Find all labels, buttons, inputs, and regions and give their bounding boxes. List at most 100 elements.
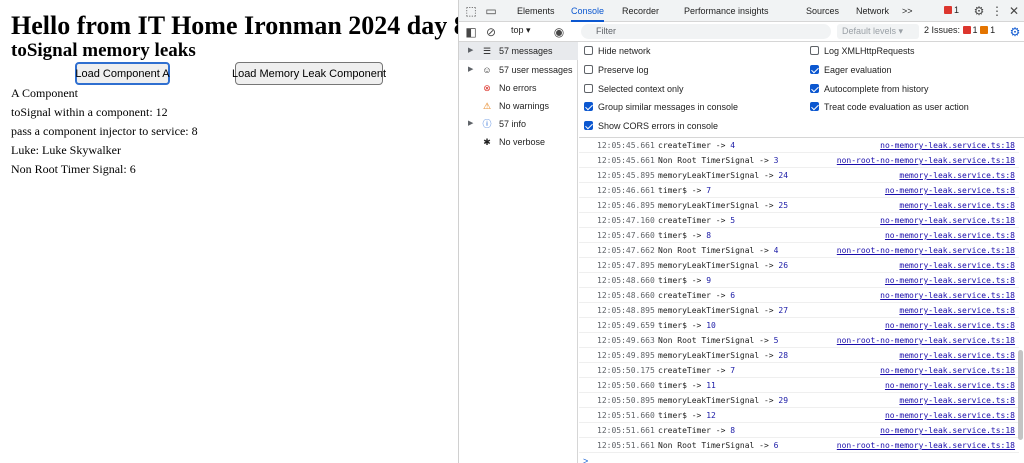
log-source-link[interactable]: no-memory-leak.service.ts:8 xyxy=(885,318,1015,333)
tab-console[interactable]: Console xyxy=(571,0,605,22)
settings-gear-icon[interactable]: ⚙ xyxy=(971,3,987,19)
error-square-icon xyxy=(944,6,952,14)
checkbox-box[interactable] xyxy=(810,46,819,55)
sidebar-item-verbose[interactable]: ✱ No verbose xyxy=(459,133,578,151)
log-row: 12:05:50.660 timer$ -> 11 no-memory-leak.s… xyxy=(579,378,1019,393)
log-message-text: createTimer -> xyxy=(658,141,726,150)
log-message-value: 6 xyxy=(730,291,736,300)
log-timestamp: 12:05:48.660 xyxy=(597,276,655,285)
log-message-value: 7 xyxy=(730,366,736,375)
checkbox-box[interactable] xyxy=(584,121,593,130)
sidebar-item-user-messages[interactable]: ▶ ☺ 57 user messages xyxy=(459,61,578,79)
log-message-text: timer$ -> xyxy=(658,411,702,420)
log-message: Non Root TimerSignal -> 3 xyxy=(658,153,778,168)
log-timestamp: 12:05:45.661 xyxy=(597,141,655,150)
log-message-text: memoryLeakTimerSignal -> xyxy=(658,171,774,180)
more-options-icon[interactable]: ⋮ xyxy=(989,3,1005,19)
console-settings-gear-icon[interactable]: ⚙ xyxy=(1007,24,1023,40)
log-levels-dropdown[interactable]: Default levels ▾ xyxy=(837,24,919,39)
log-source-link[interactable]: memory-leak.service.ts:8 xyxy=(899,258,1015,273)
clear-console-icon[interactable]: ⊘ xyxy=(483,24,499,40)
checkbox-box[interactable] xyxy=(810,102,819,111)
close-devtools-icon[interactable]: ✕ xyxy=(1006,3,1022,19)
checkbox-box[interactable] xyxy=(584,46,593,55)
info-icon: ⓘ xyxy=(482,119,492,129)
log-message-text: timer$ -> xyxy=(658,381,702,390)
checkbox-box[interactable] xyxy=(584,65,593,74)
warning-icon: ⚠ xyxy=(482,101,492,111)
tab-performance-insights[interactable]: Performance insights xyxy=(684,0,769,22)
log-message: createTimer -> 6 xyxy=(658,288,735,303)
log-source-link[interactable]: non-root-no-memory-leak.service.ts:18 xyxy=(837,153,1015,168)
tab-recorder[interactable]: Recorder xyxy=(622,0,659,22)
log-source-link[interactable]: no-memory-leak.service.ts:8 xyxy=(885,408,1015,423)
inspect-element-icon[interactable]: ⬚ xyxy=(463,3,479,19)
log-source-link[interactable]: no-memory-leak.service.ts:18 xyxy=(880,423,1015,438)
log-message-text: timer$ -> xyxy=(658,321,702,330)
issue-warning-icon xyxy=(980,26,989,34)
console-filter-input[interactable]: Filter xyxy=(581,24,831,39)
log-message-text: memoryLeakTimerSignal -> xyxy=(658,306,774,315)
log-message: createTimer -> 7 xyxy=(658,363,735,378)
log-source-link[interactable]: memory-leak.service.ts:8 xyxy=(899,303,1015,318)
log-timestamp: 12:05:51.661 xyxy=(597,441,655,450)
log-message: timer$ -> 8 xyxy=(658,228,711,243)
log-message: timer$ -> 11 xyxy=(658,378,716,393)
log-row: 12:05:48.660 createTimer -> 6 no-memory-le… xyxy=(579,288,1019,303)
log-row: 12:05:47.662 Non Root TimerSignal -> 4 non… xyxy=(579,243,1019,258)
context-selector[interactable]: top ▾ xyxy=(511,25,531,36)
log-source-link[interactable]: no-memory-leak.service.ts:18 xyxy=(880,363,1015,378)
log-message-text: timer$ -> xyxy=(658,231,702,240)
log-source-link[interactable]: no-memory-leak.service.ts:8 xyxy=(885,228,1015,243)
log-source-link[interactable]: no-memory-leak.service.ts:8 xyxy=(885,273,1015,288)
sidebar-item-messages[interactable]: ▶ ☰ 57 messages xyxy=(459,42,578,60)
log-source-link[interactable]: no-memory-leak.service.ts:8 xyxy=(885,183,1015,198)
error-count-badge[interactable]: 1 xyxy=(944,5,959,15)
issues-counter[interactable]: 2 Issues: 1 1 xyxy=(924,25,995,35)
expand-arrow-icon: ▶ xyxy=(468,120,474,127)
tab-sources[interactable]: Sources xyxy=(806,0,839,22)
log-timestamp: 12:05:51.661 xyxy=(597,426,655,435)
checkbox-box[interactable] xyxy=(584,102,593,111)
load-memory-leak-component-button[interactable]: Load Memory Leak Component xyxy=(232,62,386,85)
log-source-link[interactable]: memory-leak.service.ts:8 xyxy=(899,198,1015,213)
log-timestamp: 12:05:51.660 xyxy=(597,411,655,420)
log-row: 12:05:49.663 Non Root TimerSignal -> 5 non… xyxy=(579,333,1019,348)
log-source-link[interactable]: memory-leak.service.ts:8 xyxy=(899,393,1015,408)
log-source-link[interactable]: non-root-no-memory-leak.service.ts:18 xyxy=(837,438,1015,453)
app-page: Hello from IT Home Ironman 2024 day 8! t… xyxy=(0,0,475,463)
sidebar-toggle-icon[interactable]: ◧ xyxy=(463,24,479,40)
log-message-text: createTimer -> xyxy=(658,291,726,300)
log-message: createTimer -> 8 xyxy=(658,423,735,438)
log-source-link[interactable]: no-memory-leak.service.ts:18 xyxy=(880,213,1015,228)
error-icon: ⊗ xyxy=(483,83,491,93)
sidebar-item-warnings[interactable]: ⚠ No warnings xyxy=(459,97,578,115)
more-tabs-button[interactable]: >> xyxy=(902,0,913,22)
live-expression-eye-icon[interactable]: ◉ xyxy=(551,24,567,40)
log-source-link[interactable]: memory-leak.service.ts:8 xyxy=(899,168,1015,183)
log-source-link[interactable]: no-memory-leak.service.ts:8 xyxy=(885,378,1015,393)
load-component-a-button[interactable]: Load Component A xyxy=(75,62,170,85)
log-source-link[interactable]: no-memory-leak.service.ts:18 xyxy=(880,288,1015,303)
log-source-link[interactable]: non-root-no-memory-leak.service.ts:18 xyxy=(837,243,1015,258)
log-timestamp: 12:05:49.663 xyxy=(597,336,655,345)
sidebar-item-info[interactable]: ▶ ⓘ 57 info xyxy=(459,115,578,133)
console-prompt[interactable]: > xyxy=(583,456,588,463)
log-message-value: 29 xyxy=(778,396,789,405)
sidebar-item-errors[interactable]: ⊗ No errors xyxy=(459,79,578,97)
log-message-value: 9 xyxy=(706,276,712,285)
tab-network[interactable]: Network xyxy=(856,0,889,22)
log-source-link[interactable]: non-root-no-memory-leak.service.ts:18 xyxy=(837,333,1015,348)
device-toolbar-icon[interactable]: ▭ xyxy=(483,3,499,19)
log-source-link[interactable]: memory-leak.service.ts:8 xyxy=(899,348,1015,363)
console-scrollbar[interactable] xyxy=(1018,350,1023,440)
log-row: 12:05:48.660 timer$ -> 9 no-memory-leak.se… xyxy=(579,273,1019,288)
log-source-link[interactable]: no-memory-leak.service.ts:18 xyxy=(880,138,1015,153)
log-timestamp: 12:05:46.895 xyxy=(597,201,655,210)
log-message: memoryLeakTimerSignal -> 24 xyxy=(658,168,788,183)
log-message: timer$ -> 7 xyxy=(658,183,711,198)
checkbox-box[interactable] xyxy=(584,84,593,93)
checkbox-box[interactable] xyxy=(810,65,819,74)
checkbox-box[interactable] xyxy=(810,84,819,93)
tab-elements[interactable]: Elements xyxy=(517,0,555,22)
